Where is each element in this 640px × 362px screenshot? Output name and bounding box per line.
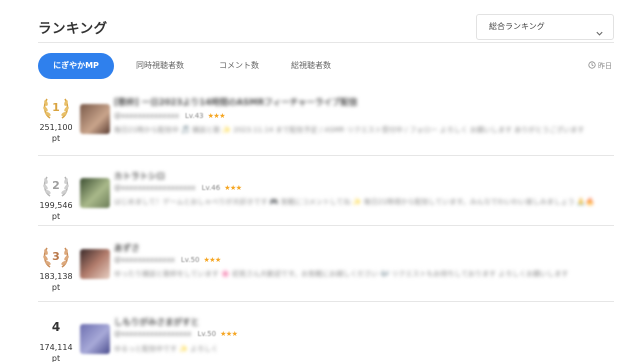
rating-stars: ★★★ (207, 112, 226, 120)
streamer-level: Lv.50 (197, 330, 217, 338)
streamer-meta: @xxxxxxxxxxxxxx Lv.43 ★★★ (114, 112, 225, 120)
rank-number: 2 (52, 179, 60, 192)
streamer-name[interactable]: しもりがみさまがすと (114, 316, 199, 328)
rating-stars: ★★★ (220, 330, 238, 338)
streamer-name[interactable]: [歌枠] 一日2023より14時間のASMRフィーチャーライブ配信 (114, 96, 358, 108)
streamer-description: ゆるっと配信中です ✨ よろしく (114, 345, 219, 353)
points-value: 174,114 (39, 343, 73, 352)
period-label: 昨日 (588, 61, 612, 71)
points-unit: pt (51, 134, 61, 143)
rank-column: 4 174,114 pt (38, 316, 74, 362)
ranking-type-select[interactable]: 総合ランキング (476, 14, 614, 40)
tab-concurrent-viewers[interactable]: 同時視聴者数 (126, 53, 194, 79)
rank-column: 1 251,100 pt (38, 92, 74, 144)
points-unit: pt (51, 212, 61, 221)
row-divider (38, 225, 614, 226)
rank-number: 1 (52, 101, 60, 114)
streamer-meta: @xxxxxxxxxxxxx Lv.50 ★★★ (114, 256, 221, 264)
ranking-header: ランキング 総合ランキング (38, 14, 614, 44)
row-divider (38, 155, 614, 156)
gold-laurel-icon: 1 (43, 98, 69, 119)
rank-column: 2 199,546 pt (38, 170, 74, 222)
points-value: 183,138 (39, 272, 73, 281)
rank-number: 4 (51, 320, 61, 334)
streamer-name[interactable]: カトラトシロ (114, 170, 165, 182)
rating-stars: ★★★ (224, 184, 242, 192)
ranking-row[interactable]: 3 183,138 pt あずさ @xxxxxxxxxxxxx Lv.50 ★★★ … (38, 241, 614, 301)
streamer-meta: @xxxxxxxxxxxxxxxxxx Lv.46 ★★★ (114, 184, 242, 192)
chevron-down-icon (595, 23, 604, 42)
streamer-handle: @xxxxxxxxxxxxxxxxxx (114, 184, 196, 192)
avatar[interactable] (80, 104, 110, 134)
page-title: ランキング (38, 21, 108, 37)
rank-number: 3 (52, 250, 60, 263)
tab-comment-count[interactable]: コメント数 (206, 53, 272, 79)
points-unit: pt (51, 354, 61, 362)
streamer-level: Lv.43 (185, 112, 204, 120)
tab-nigiyaka-mp[interactable]: にぎやかMP (38, 53, 114, 79)
streamer-description: 毎日21時から配信中 🎵 雑談と歌 ✨ 2023.11.14 まで配信予定 / … (114, 126, 585, 134)
streamer-description: ゆったり雑談と歌枠をしています 🌸 初見さん大歓迎です。お気軽にお越しください … (114, 270, 569, 278)
avatar[interactable] (80, 249, 110, 279)
ranking-type-selected: 総合ランキング (489, 22, 545, 31)
streamer-description: はじめまして！ゲームとおしゃべりが大好きです 🎮 気軽にコメントしてね ✨ 毎日… (114, 198, 595, 206)
clock-icon (588, 61, 596, 69)
streamer-level: Lv.46 (201, 184, 221, 192)
streamer-handle: @xxxxxxxxxxxxx (114, 256, 175, 264)
points-value: 199,546 (39, 201, 73, 210)
avatar[interactable] (80, 324, 110, 354)
streamer-handle: @xxxxxxxxxxxxxxxxx (114, 330, 192, 338)
ranking-row[interactable]: 4 174,114 pt しもりがみさまがすと @xxxxxxxxxxxxxxx… (38, 316, 614, 362)
streamer-meta: @xxxxxxxxxxxxxxxxx Lv.50 ★★★ (114, 330, 238, 338)
silver-laurel-icon: 2 (43, 176, 69, 197)
points-unit: pt (51, 283, 61, 292)
row-divider (38, 301, 614, 302)
ranking-row[interactable]: 2 199,546 pt カトラトシロ @xxxxxxxxxxxxxxxxxx L… (38, 170, 614, 230)
tab-total-viewers[interactable]: 総視聴者数 (276, 53, 346, 79)
ranking-tabs: にぎやかMP 同時視聴者数 コメント数 総視聴者数 昨日 (38, 53, 614, 79)
streamer-handle: @xxxxxxxxxxxxxx (114, 112, 179, 120)
rank-column: 3 183,138 pt (38, 241, 74, 293)
rating-stars: ★★★ (203, 256, 222, 264)
streamer-level: Lv.50 (180, 256, 200, 264)
ranking-row[interactable]: 1 251,100 pt [歌枠] 一日2023より14時間のASMRフィーチャ… (38, 92, 614, 152)
streamer-name[interactable]: あずさ (114, 242, 140, 254)
points-value: 251,100 (39, 123, 73, 132)
bronze-laurel-icon: 3 (43, 247, 69, 268)
period-text: 昨日 (598, 62, 612, 70)
avatar[interactable] (80, 178, 110, 208)
header-divider (38, 42, 614, 43)
